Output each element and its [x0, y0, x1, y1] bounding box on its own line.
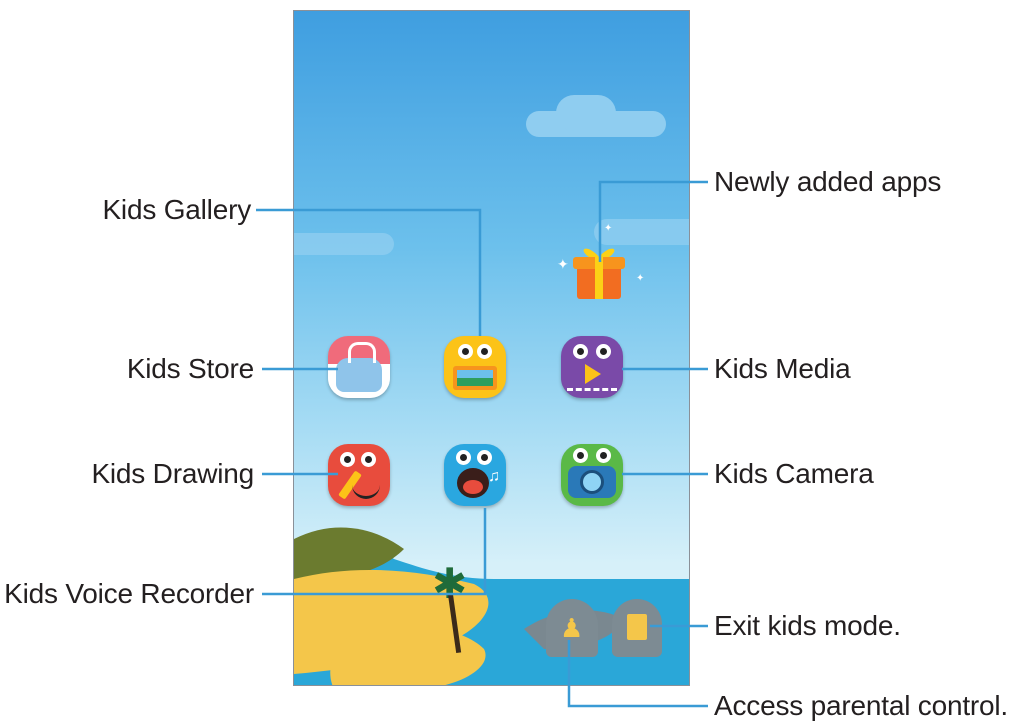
exit-kids-mode-label: Exit kids mode. — [714, 610, 901, 641]
kids-gallery-label: Kids Gallery — [102, 194, 251, 225]
newly-added-apps-label: Newly added apps — [714, 166, 942, 197]
kids-drawing-label: Kids Drawing — [91, 458, 254, 489]
kids-voice-recorder-label: Kids Voice Recorder — [4, 578, 254, 609]
kids-camera-label: Kids Camera — [714, 458, 874, 489]
access-parental-control-label: Access parental control. — [714, 690, 1009, 721]
kids-media-label: Kids Media — [714, 353, 851, 384]
kids-store-label: Kids Store — [126, 353, 254, 384]
